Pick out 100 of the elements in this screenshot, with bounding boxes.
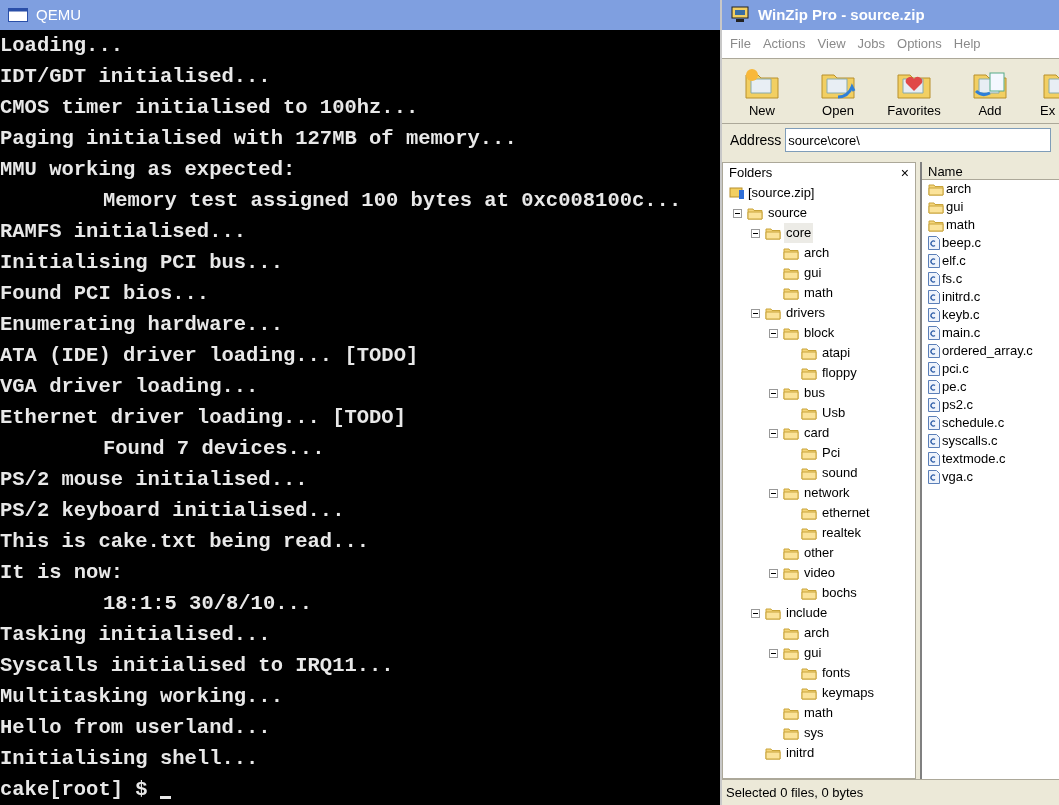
folder-icon (801, 346, 817, 360)
folder-tree-item[interactable]: bochs (820, 583, 859, 603)
column-header[interactable]: Name (922, 162, 1059, 180)
computer-icon (730, 5, 750, 25)
folder-icon (928, 200, 944, 214)
folder-icon (783, 546, 799, 560)
folder-tree-item[interactable]: card (802, 423, 832, 443)
folder-tree-item[interactable]: keymaps (820, 683, 877, 703)
file-list-item[interactable]: ps2.c (942, 395, 974, 415)
file-list-item[interactable]: keyb.c (942, 305, 980, 325)
window-title: WinZip Pro - source.zip (758, 4, 925, 25)
file-list-item[interactable]: beep.c (942, 233, 982, 253)
menu-item[interactable]: View (817, 34, 846, 54)
file-list-item[interactable]: vga.c (942, 467, 974, 487)
toolbar-button[interactable]: Open (806, 66, 870, 120)
folder-icon (783, 426, 799, 440)
sun-folder-icon (742, 66, 782, 101)
terminal-line: Initialising shell... (0, 746, 259, 772)
folder-icon (928, 182, 944, 196)
menu-item[interactable]: Options (897, 34, 942, 54)
folder-tree-item[interactable]: network (802, 483, 852, 503)
folder-icon (765, 746, 781, 760)
folder-tree-item[interactable]: drivers (784, 303, 827, 323)
folder-icon (801, 446, 817, 460)
folder-tree-item[interactable]: sys (802, 723, 826, 743)
file-list-item[interactable]: syscalls.c (942, 431, 998, 451)
folder-tree-item[interactable]: video (802, 563, 838, 583)
terminal-line: This is cake.txt being read... (0, 529, 370, 555)
file-list-item[interactable]: main.c (942, 323, 981, 343)
folder-tree-item[interactable]: arch (802, 243, 832, 263)
menu-item[interactable]: Jobs (857, 34, 885, 54)
folder-tree-item[interactable]: arch (802, 623, 832, 643)
terminal-line: Ethernet driver loading... [TODO] (0, 405, 406, 431)
c-file-icon (928, 398, 940, 412)
folder-icon (783, 326, 799, 340)
collapse-toggle[interactable] (769, 568, 778, 578)
folder-tree-item[interactable]: initrd (784, 743, 817, 763)
folder-tree-item[interactable]: other (802, 543, 836, 563)
terminal-line: Hello from userland... (0, 715, 271, 741)
folder-icon (783, 566, 799, 580)
folder-tree-item[interactable]: bus (802, 383, 827, 403)
collapse-toggle[interactable] (769, 428, 778, 438)
collapse-toggle[interactable] (769, 488, 778, 498)
folder-tree-item[interactable]: ethernet (820, 503, 872, 523)
menu-item[interactable]: Actions (762, 34, 806, 54)
folder-tree-item[interactable]: math (802, 283, 835, 303)
folder-icon (783, 286, 799, 300)
archive-root-item[interactable]: [source.zip] (748, 183, 815, 203)
folder-tree-item[interactable]: gui (802, 643, 824, 663)
collapse-toggle[interactable] (769, 648, 778, 658)
c-file-icon (928, 308, 940, 322)
folder-tree-item[interactable]: math (802, 703, 835, 723)
folder-icon (801, 686, 817, 700)
collapse-toggle[interactable] (751, 308, 760, 318)
file-list-item[interactable]: pe.c (942, 377, 967, 397)
folder-tree-item[interactable]: Pci (820, 443, 843, 463)
collapse-toggle[interactable] (751, 228, 760, 238)
address-field[interactable]: source\core\ (785, 128, 1051, 152)
folder-icon (747, 206, 763, 220)
terminal-line: Enumerating hardware... (0, 312, 283, 338)
file-list-item[interactable]: arch (946, 179, 972, 199)
folder-tree-item[interactable]: atapi (820, 343, 853, 363)
collapse-toggle[interactable] (769, 388, 778, 398)
folder-tree-item[interactable]: fonts (820, 663, 853, 683)
shell-prompt: cake[root] $ (0, 777, 148, 803)
collapse-toggle[interactable] (769, 328, 778, 338)
file-list-item[interactable]: elf.c (942, 251, 966, 271)
folder-icon (765, 606, 781, 620)
collapse-toggle[interactable] (733, 208, 742, 218)
file-list-item[interactable]: math (946, 215, 975, 235)
folder-tree-item[interactable]: floppy (820, 363, 859, 383)
toolbar-button[interactable]: Favorites (882, 66, 946, 120)
archive-icon (729, 186, 745, 200)
terminal-line: ATA (IDE) driver loading... [TODO] (0, 343, 419, 369)
file-list-item[interactable]: textmode.c (942, 449, 1006, 469)
file-list-item[interactable]: ordered_array.c (942, 341, 1033, 361)
file-list-item[interactable]: fs.c (942, 269, 963, 289)
folder-tree-item[interactable]: gui (802, 263, 824, 283)
window-title: QEMU (36, 4, 81, 25)
folder-tree-item[interactable]: Usb (820, 403, 848, 423)
folder-icon (801, 586, 817, 600)
collapse-toggle[interactable] (751, 608, 760, 618)
folder-tree-item[interactable]: source (766, 203, 810, 223)
folder-tree-item[interactable]: core (784, 223, 814, 243)
toolbar-button[interactable]: Ex (1034, 66, 1059, 120)
folder-tree-item[interactable]: sound (820, 463, 860, 483)
c-file-icon (928, 470, 940, 484)
terminal-line: MMU working as expected: (0, 157, 296, 183)
toolbar-button[interactable]: Add (958, 66, 1022, 120)
folder-icon (801, 526, 817, 540)
file-list-item[interactable]: schedule.c (942, 413, 1005, 433)
folder-tree-item[interactable]: realtek (820, 523, 864, 543)
file-list-item[interactable]: initrd.c (942, 287, 981, 307)
file-list-item[interactable]: gui (946, 197, 964, 217)
folder-tree-item[interactable]: block (802, 323, 837, 343)
file-list-item[interactable]: pci.c (942, 359, 969, 379)
folder-tree-item[interactable]: include (784, 603, 830, 623)
toolbar-button[interactable]: New (730, 66, 794, 120)
c-file-icon (928, 344, 940, 358)
close-button[interactable]: × (900, 166, 909, 180)
